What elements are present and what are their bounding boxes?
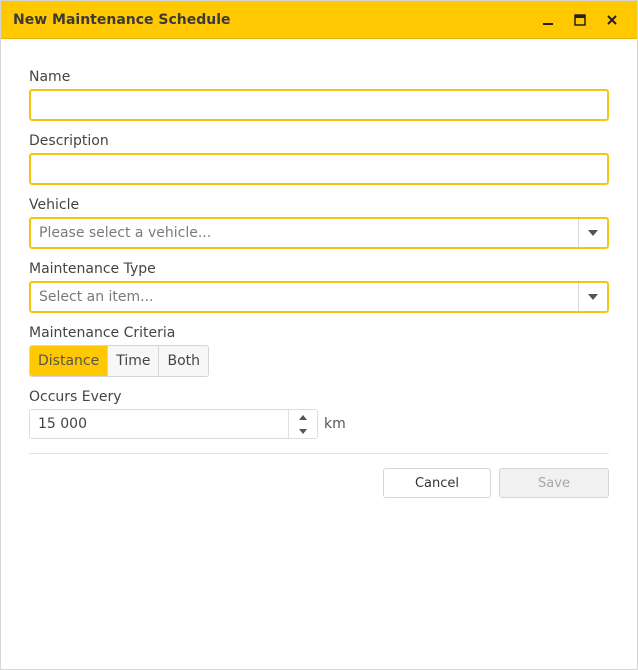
criteria-time-button[interactable]: Time [108,346,160,376]
title-bar: New Maintenance Schedule [1,1,637,39]
caret-down-icon [588,294,598,300]
maximize-icon [574,13,586,26]
vehicle-label: Vehicle [29,197,80,213]
name-field-group: Name [29,69,609,121]
cancel-button[interactable]: Cancel [383,468,491,498]
criteria-label: Maintenance Criteria [29,325,176,341]
caret-down-icon [299,428,307,434]
close-button[interactable] [599,7,625,33]
maintenance-schedule-dialog: New Maintenance Schedule Name Descriptio… [0,0,638,670]
maintenance-type-select[interactable]: Select an item... [29,281,609,313]
maintenance-type-select-placeholder: Select an item... [39,289,154,305]
dialog-actions: Cancel Save [29,468,609,498]
criteria-field-group: Maintenance Criteria Distance Time Both [29,325,609,377]
save-button[interactable]: Save [499,468,609,498]
occurs-every-label: Occurs Every [29,389,122,405]
occurs-every-stepper[interactable]: 15 000 [29,409,318,439]
stepper-buttons [288,410,317,438]
description-label: Description [29,133,109,149]
vehicle-field-group: Vehicle Please select a vehicle... [29,197,609,249]
occurs-every-field-group: Occurs Every 15 000 km [29,389,609,439]
maintenance-type-dropdown-button[interactable] [578,283,607,311]
occurs-every-row: 15 000 km [29,409,609,439]
vehicle-dropdown-button[interactable] [578,219,607,247]
criteria-both-button[interactable]: Both [159,346,209,376]
maintenance-type-label: Maintenance Type [29,261,156,277]
form-divider [29,453,609,454]
maintenance-type-field-group: Maintenance Type Select an item... [29,261,609,313]
maximize-button[interactable] [567,7,593,33]
description-field-group: Description [29,133,609,185]
caret-up-icon [299,414,307,420]
name-input[interactable] [29,89,609,121]
criteria-toggle-group: Distance Time Both [29,345,210,377]
window-controls [535,7,625,33]
minimize-button[interactable] [535,7,561,33]
vehicle-select-placeholder: Please select a vehicle... [39,225,212,241]
distance-unit-label: km [324,416,346,432]
occurs-every-value[interactable]: 15 000 [30,416,288,432]
minimize-icon [543,22,553,25]
vehicle-select[interactable]: Please select a vehicle... [29,217,609,249]
form-body: Name Description Vehicle Please select a… [1,39,637,498]
close-icon [607,14,617,25]
decrement-button[interactable] [289,424,317,438]
name-label: Name [29,69,71,85]
criteria-distance-button[interactable]: Distance [30,346,109,376]
increment-button[interactable] [289,410,317,424]
description-input[interactable] [29,153,609,185]
dialog-title: New Maintenance Schedule [13,11,231,28]
caret-down-icon [588,230,598,236]
